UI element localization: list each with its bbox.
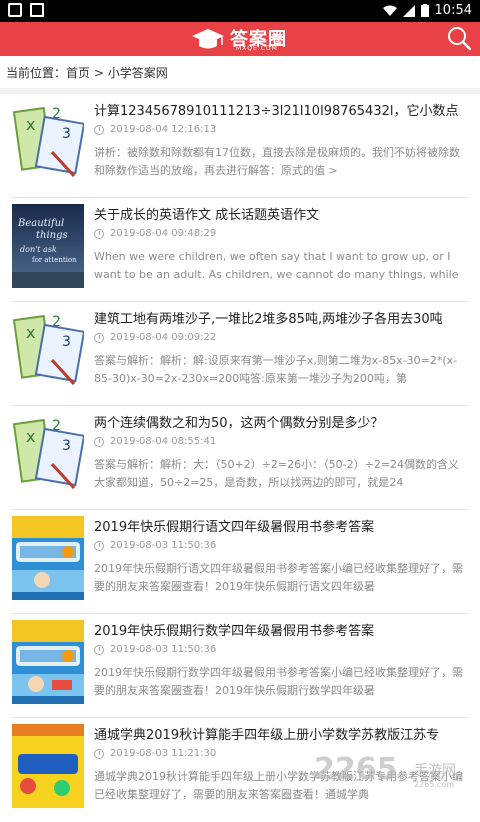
article-title[interactable]: 2019年快乐假期行数学四年级暑假用书参考答案 xyxy=(94,620,480,639)
wifi-icon xyxy=(383,5,397,17)
signal-icon xyxy=(403,5,415,17)
breadcrumb-home-link[interactable]: 首页 xyxy=(66,66,90,80)
article-title[interactable]: 建筑工地有两堆沙子,一堆比2堆多85吨,两堆沙子各用去30吨 xyxy=(94,308,480,327)
status-time: 10:54 xyxy=(435,3,472,18)
list-item[interactable]: 2019年快乐假期行语文四年级暑假用书参考答案 2019-08-03 11:50… xyxy=(12,510,468,614)
article-time-text: 2019-08-04 08:55:41 xyxy=(110,436,216,447)
svg-text:3: 3 xyxy=(62,438,71,454)
article-time-text: 2019-08-04 09:48:29 xyxy=(110,228,216,239)
svg-text:Beautiful: Beautiful xyxy=(17,218,64,229)
clock-icon xyxy=(94,645,104,655)
breadcrumb: 当前位置：首页 > 小学答案网 xyxy=(0,56,480,94)
watermark-url: 2265.com xyxy=(414,780,454,789)
article-thumbnail: Beautiful things don't ask for attention xyxy=(12,204,84,288)
image-icon xyxy=(30,3,44,17)
svg-text:2: 2 xyxy=(52,106,61,122)
svg-text:2: 2 xyxy=(52,418,61,434)
svg-text:x: x xyxy=(26,427,35,446)
square-icon xyxy=(8,3,22,17)
app-header: 答案圈 MXQE.COM xyxy=(0,22,480,56)
article-title[interactable]: 通城学典2019秋计算能手四年级上册小学数学苏教版江苏专 xyxy=(94,724,480,743)
article-time: 2019-08-04 12:16:13 xyxy=(94,124,216,135)
article-thumbnail xyxy=(12,620,84,704)
article-thumbnail: x 2 3 xyxy=(12,308,84,392)
watermark-big: 2265 xyxy=(314,752,398,787)
battery-icon xyxy=(421,4,429,17)
watermark: 2265 手游网 2265.com xyxy=(314,752,474,796)
article-time: 2019-08-03 11:50:36 xyxy=(94,644,216,655)
article-time: 2019-08-04 09:48:29 xyxy=(94,228,216,239)
clock-icon xyxy=(94,437,104,447)
article-time-text: 2019-08-03 11:21:30 xyxy=(110,748,216,759)
article-desc: When we were children, we often say that… xyxy=(94,248,468,284)
search-icon[interactable] xyxy=(446,25,472,51)
svg-text:don't ask: don't ask xyxy=(20,245,57,254)
article-desc: 答案与解析：解析：解:设原来有第一堆沙子x,则第二堆为x-85x-30=2*(x… xyxy=(94,352,468,388)
article-title[interactable]: 关于成长的英语作文 成长话题英语作文 xyxy=(94,204,480,223)
graduation-hat-icon xyxy=(190,27,226,51)
article-time: 2019-08-04 08:55:41 xyxy=(94,436,216,447)
article-desc: 讲析：被除数和除数都有17位数，直接去除是极麻烦的。我们不妨将被除数和除数作适当… xyxy=(94,144,468,180)
article-time: 2019-08-04 09:09:22 xyxy=(94,332,216,343)
clock-icon xyxy=(94,749,104,759)
breadcrumb-separator: > xyxy=(90,66,108,80)
svg-text:x: x xyxy=(26,115,35,134)
breadcrumb-current[interactable]: 小学答案网 xyxy=(108,66,168,80)
article-time: 2019-08-03 11:21:30 xyxy=(94,748,216,759)
app-logo[interactable]: 答案圈 MXQE.COM xyxy=(190,25,292,53)
svg-text:3: 3 xyxy=(62,334,71,350)
article-time: 2019-08-03 11:50:36 xyxy=(94,540,216,551)
status-bar: 10:54 xyxy=(0,0,480,22)
svg-text:x: x xyxy=(26,323,35,342)
list-item[interactable]: x 2 3 建筑工地有两堆沙子,一堆比2堆多85吨,两堆沙子各用去30吨 201… xyxy=(12,302,468,406)
article-title[interactable]: 计算12345678910111213÷3l21l10l98765432l，它小… xyxy=(94,100,480,119)
breadcrumb-prefix: 当前位置： xyxy=(6,66,66,80)
article-desc: 答案与解析：解析：大：（50+2）÷2=26小：（50-2）÷2=24偶数的含义… xyxy=(94,456,468,492)
clock-icon xyxy=(94,125,104,135)
svg-text:2: 2 xyxy=(52,314,61,330)
svg-text:things: things xyxy=(36,230,68,241)
logo-domain: MXQE.COM xyxy=(236,45,278,52)
list-item[interactable]: Beautiful things don't ask for attention… xyxy=(12,198,468,302)
svg-text:3: 3 xyxy=(62,126,71,142)
list-item[interactable]: 2019年快乐假期行数学四年级暑假用书参考答案 2019-08-03 11:50… xyxy=(12,614,468,718)
svg-text:for attention: for attention xyxy=(32,256,77,264)
article-time-text: 2019-08-03 11:50:36 xyxy=(110,644,216,655)
article-time-text: 2019-08-03 11:50:36 xyxy=(110,540,216,551)
clock-icon xyxy=(94,229,104,239)
article-list: x 2 3 计算12345678910111213÷3l21l10l987654… xyxy=(0,94,480,822)
article-time-text: 2019-08-04 12:16:13 xyxy=(110,124,216,135)
article-title[interactable]: 两个连续偶数之和为50，这两个偶数分别是多少？ xyxy=(94,412,480,431)
article-thumbnail xyxy=(12,724,84,808)
article-time-text: 2019-08-04 09:09:22 xyxy=(110,332,216,343)
list-item[interactable]: x 2 3 两个连续偶数之和为50，这两个偶数分别是多少？ 2019-08-04… xyxy=(12,406,468,510)
article-title[interactable]: 2019年快乐假期行语文四年级暑假用书参考答案 xyxy=(94,516,480,535)
watermark-small: 手游网 xyxy=(414,760,456,780)
list-item[interactable]: x 2 3 计算12345678910111213÷3l21l10l987654… xyxy=(12,94,468,198)
article-thumbnail: x 2 3 xyxy=(12,100,84,184)
clock-icon xyxy=(94,333,104,343)
article-desc: 2019年快乐假期行语文四年级暑假用书参考答案小编已经收集整理好了，需要的朋友来… xyxy=(94,560,468,596)
clock-icon xyxy=(94,541,104,551)
article-thumbnail xyxy=(12,516,84,600)
article-desc: 2019年快乐假期行数学四年级暑假用书参考答案小编已经收集整理好了，需要的朋友来… xyxy=(94,664,468,700)
article-thumbnail: x 2 3 xyxy=(12,412,84,496)
